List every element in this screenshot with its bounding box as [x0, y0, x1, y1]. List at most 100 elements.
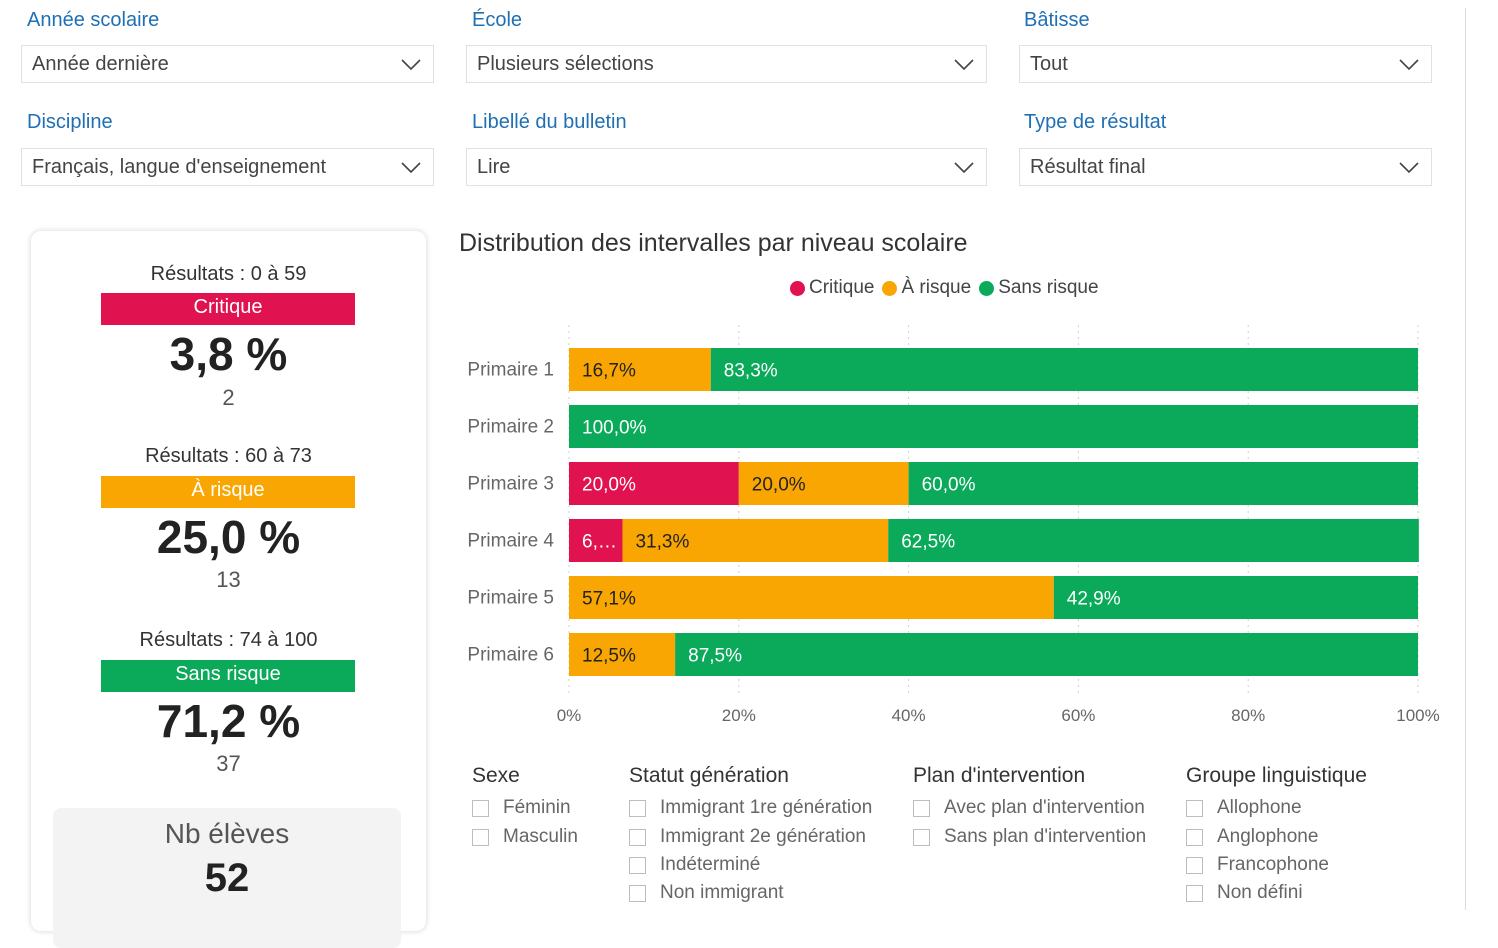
legend-item-critique[interactable]: Critique: [790, 277, 874, 299]
slicer-option[interactable]: Non défini: [1186, 882, 1303, 904]
dropdown-value: Tout: [1030, 52, 1068, 75]
chart-legend: Critique À risque Sans risque: [790, 277, 1107, 299]
option-label: Sans plan d'intervention: [944, 826, 1147, 847]
checkbox[interactable]: [913, 828, 930, 846]
bar-segment: [908, 462, 1418, 505]
option-label: Féminin: [503, 797, 571, 818]
page-divider: [1465, 8, 1466, 910]
data-label: 16,7%: [582, 361, 636, 382]
kpi-percentage: 71,2 %: [156, 695, 301, 747]
chart-title: Distribution des intervalles par niveau …: [459, 229, 968, 257]
legend-dot-icon: [790, 280, 805, 296]
data-label: 60,0%: [922, 475, 976, 496]
x-tick-label: 0%: [557, 706, 582, 725]
dropdown-annee-scolaire[interactable]: Année dernière: [21, 45, 434, 83]
x-tick-label: 100%: [1396, 706, 1439, 725]
nb-eleves-label: Nb élèves: [164, 818, 290, 849]
checkbox[interactable]: [1186, 884, 1203, 902]
dropdown-ecole[interactable]: Plusieurs sélections: [466, 45, 987, 83]
checkbox[interactable]: [472, 828, 489, 846]
data-label: 42,9%: [1067, 589, 1121, 610]
dropdown-discipline[interactable]: Français, langue d'enseignement: [21, 148, 434, 186]
slicer-option[interactable]: Immigrant 1re génération: [629, 797, 872, 819]
bar-segment: [675, 633, 1418, 676]
chevron-down-icon: [954, 59, 974, 71]
filter-label: Type de résultat: [1024, 111, 1167, 133]
legend-label: À risque: [901, 277, 972, 298]
checkbox[interactable]: [629, 799, 646, 817]
stacked-bar-chart: 0% 20% 40% 60% 80% 100% Primaire 1 16,7% 83,3% Pr…: [467, 325, 1440, 725]
data-label: 87,5%: [688, 646, 742, 667]
kpi-count: 37: [216, 751, 241, 776]
slicer-option[interactable]: Avec plan d'intervention: [913, 797, 1145, 819]
option-label: Francophone: [1217, 854, 1329, 875]
filter-label: Bâtisse: [1024, 9, 1090, 31]
dropdown-value: Lire: [477, 155, 511, 178]
chevron-down-icon: [1399, 162, 1419, 174]
checkbox[interactable]: [629, 884, 646, 902]
category-label: Primaire 4: [467, 531, 554, 552]
kpi-count: 13: [216, 567, 241, 592]
chevron-down-icon: [401, 59, 421, 71]
slicer-option[interactable]: Indéterminé: [629, 854, 760, 876]
category-label: Primaire 3: [467, 474, 554, 495]
dropdown-batisse[interactable]: Tout: [1019, 45, 1432, 83]
slicer-option[interactable]: Masculin: [472, 826, 578, 848]
filter-label: Discipline: [27, 111, 113, 133]
checkbox[interactable]: [1186, 828, 1203, 846]
checkbox[interactable]: [1186, 799, 1203, 817]
option-label: Allophone: [1217, 797, 1302, 818]
chevron-down-icon: [401, 162, 421, 174]
option-label: Indéterminé: [660, 854, 761, 875]
filter-label: Année scolaire: [27, 9, 160, 31]
dropdown-value: Année dernière: [32, 52, 169, 75]
dropdown-value: Plusieurs sélections: [477, 52, 654, 75]
option-label: Immigrant 2e génération: [660, 826, 866, 847]
legend-item-a-risque[interactable]: À risque: [882, 277, 971, 299]
option-label: Non défini: [1217, 882, 1303, 903]
slicer-option[interactable]: Féminin: [472, 797, 571, 819]
bar-segment: [569, 576, 1054, 619]
dropdown-type-resultat[interactable]: Résultat final: [1019, 148, 1432, 186]
x-tick-label: 60%: [1061, 706, 1095, 725]
slicer-option[interactable]: Allophone: [1186, 797, 1302, 819]
dropdown-value: Français, langue d'enseignement: [32, 155, 327, 178]
x-tick-label: 20%: [722, 706, 756, 725]
data-label: 12,5%: [582, 646, 636, 667]
x-tick-label: 80%: [1231, 706, 1265, 725]
legend-dot-icon: [882, 280, 898, 296]
option-label: Non immigrant: [660, 882, 784, 903]
option-label: Anglophone: [1217, 826, 1319, 847]
kpi-range: Résultats : 60 à 73: [145, 445, 312, 467]
checkbox[interactable]: [913, 799, 930, 817]
slicer-option[interactable]: Sans plan d'intervention: [913, 826, 1146, 848]
data-label: 20,0%: [752, 475, 806, 496]
slicer-option[interactable]: Non immigrant: [629, 882, 784, 904]
kpi-count: 2: [222, 385, 235, 410]
dropdown-libelle-bulletin[interactable]: Lire: [466, 148, 987, 186]
kpi-percentage: 25,0 %: [156, 511, 301, 563]
chevron-down-icon: [954, 162, 974, 174]
kpi-band-sans-risque: Sans risque: [101, 660, 355, 692]
slicer-option[interactable]: Anglophone: [1186, 826, 1318, 848]
data-label: 31,3%: [635, 532, 689, 553]
legend-dot-icon: [979, 280, 995, 296]
checkbox[interactable]: [629, 828, 646, 846]
slicer-option[interactable]: Immigrant 2e génération: [629, 826, 866, 848]
nb-eleves-box: Nb élèves 52: [53, 808, 401, 948]
legend-item-sans-risque[interactable]: Sans risque: [979, 277, 1099, 299]
dropdown-value: Résultat final: [1030, 155, 1146, 178]
category-label: Primaire 2: [467, 417, 554, 438]
bar-segment: [569, 405, 1418, 448]
checkbox[interactable]: [472, 799, 489, 817]
checkbox[interactable]: [1186, 856, 1203, 874]
x-tick-label: 40%: [892, 706, 926, 725]
data-label: 83,3%: [724, 361, 778, 382]
data-label: 6,…: [582, 532, 617, 553]
option-label: Masculin: [503, 826, 578, 847]
slicer-option[interactable]: Francophone: [1186, 854, 1329, 876]
option-label: Immigrant 1re génération: [660, 797, 873, 818]
kpi-band-critique: Critique: [101, 293, 355, 325]
checkbox[interactable]: [629, 856, 646, 874]
filter-label: Libellé du bulletin: [472, 111, 627, 133]
